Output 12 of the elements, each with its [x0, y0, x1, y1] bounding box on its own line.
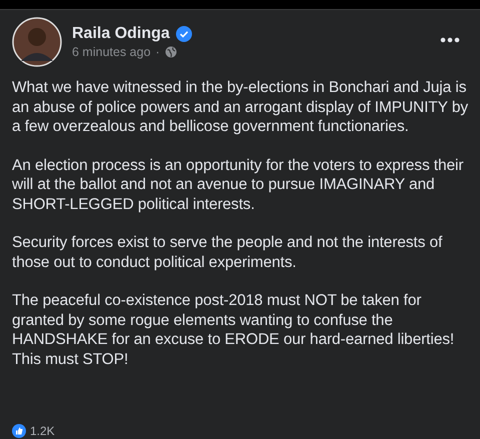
more-options-icon[interactable]	[440, 37, 460, 43]
avatar[interactable]	[12, 17, 62, 67]
post-paragraph: An election process is an opportunity for the voters to express their will at the ballot and not an avenue to pursue IMAGINARY and SHORT-LEGGED political interests.	[12, 156, 464, 214]
post-paragraph: What we have witnessed in the by-elections in Bonchari and Juja is an abuse of police powers and an arrogant display of IMPUNITY by a few overzealous and bellicose government functionaries.	[12, 78, 468, 136]
reaction-count[interactable]: 1.2K	[30, 424, 55, 438]
post-time[interactable]: 6 minutes ago	[72, 45, 151, 59]
post-paragraph: The peaceful co-existence post-2018 must NOT be taken for granted by some rogue elements wanting to confuse the HANDSHAKE for an excuse to ERODE our hard-earned liberties! This must STOP!	[12, 291, 456, 369]
author-name[interactable]: Raila Odinga	[72, 25, 170, 43]
separator: ·	[156, 45, 160, 59]
globe-icon	[164, 46, 177, 58]
post-paragraph: Security forces exist to serve the people and not the interests of those out to conduct political experiments.	[12, 233, 444, 272]
like-icon[interactable]	[12, 424, 26, 438]
